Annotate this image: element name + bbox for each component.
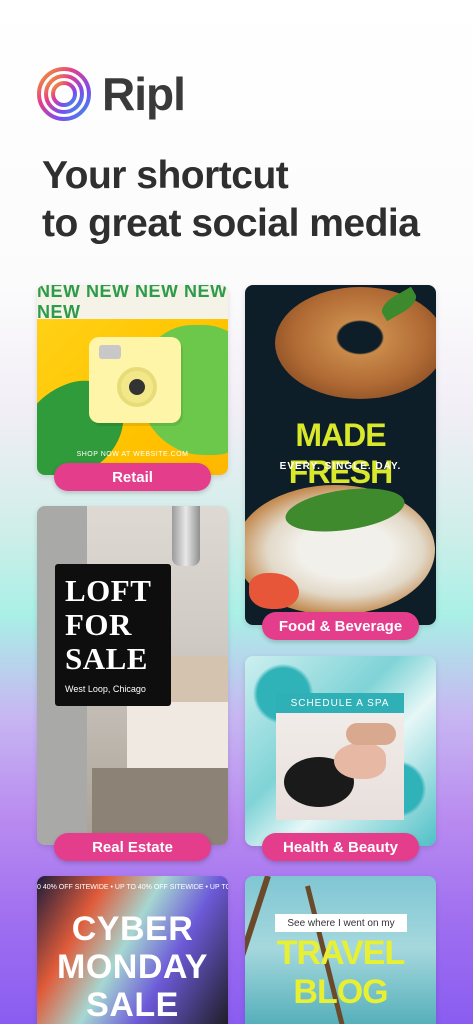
headline-line-1: Your shortcut bbox=[42, 154, 289, 197]
travel-subtitle: See where I went on my bbox=[275, 914, 407, 932]
bed-image bbox=[127, 702, 228, 774]
face-shape bbox=[334, 743, 386, 779]
cyber-title-line: SALE bbox=[86, 986, 179, 1024]
cyber-monday-template-card[interactable]: 0 40% OFF SITEWIDE • UP TO 40% OFF SITEW… bbox=[37, 876, 228, 1024]
loft-title-line: FOR bbox=[65, 607, 132, 642]
spa-template-card[interactable]: SCHEDULE A SPA bbox=[245, 656, 436, 846]
headboard-image bbox=[169, 656, 228, 702]
loft-title-line: SALE bbox=[65, 641, 148, 676]
food-title: MADE FRESH bbox=[288, 417, 393, 490]
food-subtitle: EVERY. SINGLE. DAY. bbox=[279, 461, 402, 472]
retail-banner: NEW NEW NEW NEW NEW bbox=[37, 285, 228, 322]
salmon-decoration bbox=[249, 573, 299, 609]
loft-title: LOFT FOR SALE bbox=[65, 574, 161, 676]
health-beauty-category-pill[interactable]: Health & Beauty bbox=[262, 833, 419, 861]
camera-flash bbox=[99, 345, 121, 359]
travel-template-card[interactable]: See where I went on my TRAVEL BLOG bbox=[245, 876, 436, 1024]
retail-footer-text: SHOP NOW AT WEBSITE.COM bbox=[76, 451, 189, 458]
cyber-title: CYBER MONDAY SALE bbox=[37, 910, 228, 1024]
cyber-title-line: CYBER bbox=[71, 910, 194, 948]
page-headline: Your shortcut to great social media bbox=[42, 152, 462, 248]
food-template-card[interactable]: MADE FRESH EVERY. SINGLE. DAY. bbox=[245, 285, 436, 625]
brand-name: Ripl bbox=[102, 68, 186, 120]
brand-header: Ripl bbox=[36, 66, 186, 122]
spa-photo bbox=[276, 713, 404, 820]
headline-line-2: to great social media bbox=[42, 202, 420, 245]
retail-template-card[interactable]: NEW NEW NEW NEW NEW SHOP NOW AT WEBSITE.… bbox=[37, 285, 228, 475]
instant-camera-image bbox=[89, 337, 181, 423]
duct-image bbox=[172, 506, 200, 566]
food-category-pill[interactable]: Food & Beverage bbox=[262, 612, 419, 640]
cyber-title-line: MONDAY bbox=[57, 948, 208, 986]
real-estate-category-pill[interactable]: Real Estate bbox=[54, 833, 211, 861]
real-estate-template-card[interactable]: LOFT FOR SALE West Loop, Chicago bbox=[37, 506, 228, 845]
camera-lens bbox=[117, 367, 157, 407]
loft-title-line: LOFT bbox=[65, 573, 152, 608]
spa-banner: SCHEDULE A SPA bbox=[276, 693, 404, 713]
hand-shape bbox=[346, 723, 396, 745]
ripl-logo-icon bbox=[37, 67, 91, 121]
loft-location: West Loop, Chicago bbox=[65, 684, 146, 694]
retail-category-pill[interactable]: Retail bbox=[54, 463, 211, 491]
sale-ticker: 0 40% OFF SITEWIDE • UP TO 40% OFF SITEW… bbox=[37, 884, 228, 891]
travel-title: TRAVEL BLOG bbox=[276, 934, 405, 1011]
loft-sale-sign: LOFT FOR SALE West Loop, Chicago bbox=[55, 564, 171, 706]
